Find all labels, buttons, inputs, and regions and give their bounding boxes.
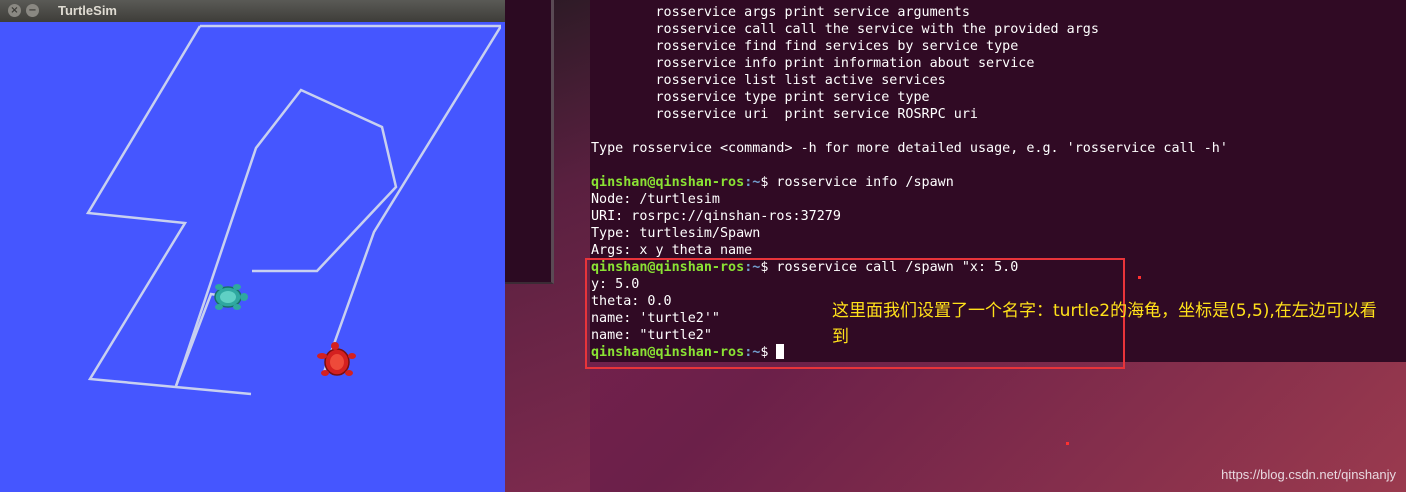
terminal-output-line: Type rosservice <command> -h for more de… bbox=[591, 141, 1228, 156]
window-title: TurtleSim bbox=[58, 3, 117, 18]
terminal-output-line: rosservice args print service arguments bbox=[591, 5, 970, 20]
red-dot-marker bbox=[1138, 276, 1141, 279]
terminal-output-line: Node: /turtlesim bbox=[591, 192, 720, 207]
turtlesim-canvas bbox=[4, 22, 501, 492]
terminal-output-line: URI: rosrpc://qinshan-ros:37279 bbox=[591, 209, 841, 224]
annotation-text: 这里面我们设置了一个名字：turtle2的海龟，坐标是(5,5),在左边可以看到 bbox=[832, 301, 1377, 347]
turtlesim-window: × − TurtleSim bbox=[0, 0, 505, 492]
terminal-output-line: rosservice list list active services bbox=[591, 73, 946, 88]
turtle1-trail-loop bbox=[174, 88, 398, 387]
close-icon[interactable]: × bbox=[8, 4, 21, 17]
prompt-user: qinshan@qinshan-ros bbox=[591, 175, 745, 190]
terminal-prompt-line: qinshan@qinshan-ros:~$ rosservice info /… bbox=[591, 174, 954, 191]
terminal-output-line: Type: turtlesim/Spawn bbox=[591, 226, 761, 241]
red-dot-marker bbox=[1066, 442, 1069, 445]
terminal-output-line: rosservice type print service type bbox=[591, 90, 930, 105]
background-window-edge bbox=[505, 0, 554, 284]
prompt-path: :~ bbox=[744, 175, 761, 190]
prompt-command: $ rosservice info /spawn bbox=[760, 175, 954, 190]
terminal-output-line: rosservice find find services by service… bbox=[591, 39, 1019, 54]
terminal-output-line: rosservice call call the service with th… bbox=[591, 22, 1099, 37]
turtlesim-titlebar[interactable]: × − TurtleSim bbox=[0, 0, 505, 22]
turtle-trail-svg bbox=[85, 24, 501, 396]
turtle1-icon bbox=[214, 284, 248, 310]
minimize-icon[interactable]: − bbox=[26, 4, 39, 17]
turtle2-icon bbox=[317, 342, 356, 376]
terminal-output-line: rosservice uri print service ROSRPC uri bbox=[591, 107, 978, 122]
turtle1-trail-inner bbox=[200, 24, 501, 373]
terminal-output-line: rosservice info print information about … bbox=[591, 56, 1035, 71]
terminal-output-line: Args: x y theta name bbox=[591, 243, 753, 258]
watermark: https://blog.csdn.net/qinshanjy bbox=[1221, 467, 1396, 482]
turtle1-trail bbox=[85, 25, 252, 396]
